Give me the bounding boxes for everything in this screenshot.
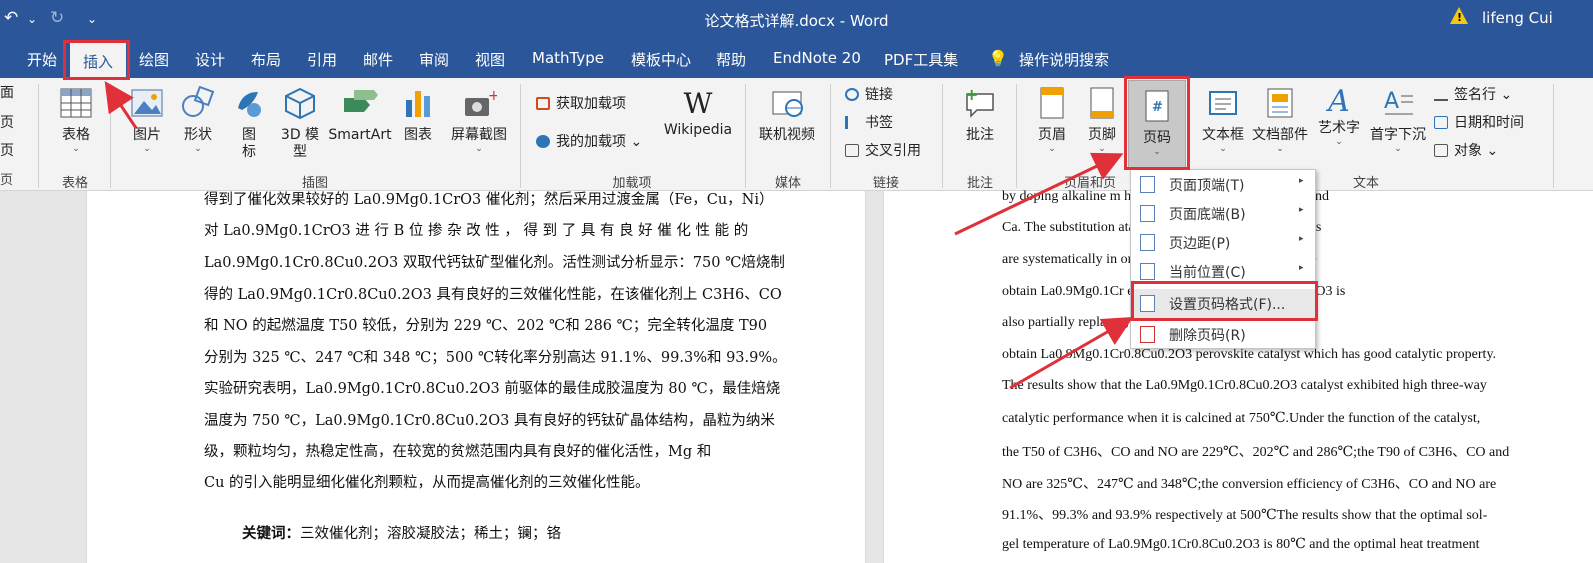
object-icon: [1434, 144, 1448, 157]
tell-me-search[interactable]: 操作说明搜索: [1019, 49, 1109, 70]
title-bar: ↶ ⌄ ↻ ⌄ 论文格式详解.docx - Word ! lifeng Cui: [0, 0, 1593, 38]
abstract-line: 实验研究表明，La0.9Mg0.1Cr0.8Cu0.2O3 前驱体的最佳成胶温度…: [204, 381, 781, 397]
ribbon-tabs: 开始 绘图 设计 布局 引用 邮件 审阅 视图 MathType 模板中心 帮助…: [0, 38, 1593, 78]
menu-item-bottom-of-page[interactable]: 页面底端(B) ▸: [1131, 199, 1315, 228]
word-window: ↶ ⌄ ↻ ⌄ 论文格式详解.docx - Word ! lifeng Cui …: [0, 0, 1593, 563]
keywords-text: 三效催化剂；溶胶凝胶法；稀土；镧；铬: [300, 526, 561, 542]
abstract-en-line: The results show that the La0.9Mg0.1Cr0.…: [1002, 378, 1487, 393]
abstract-line: 和 NO 的起燃温度 T50 较低，分别为 229 ℃、202 ℃和 286 ℃…: [204, 318, 768, 334]
tab-references[interactable]: 引用: [307, 49, 337, 70]
svg-text:A: A: [1384, 89, 1399, 114]
keywords-label: 关键词：: [242, 525, 300, 542]
textbox-button[interactable]: 文本框 ⌄: [1200, 86, 1246, 154]
calendar-icon: [1434, 116, 1448, 129]
abstract-line: 对 La0.9Mg0.1CrO3 进 行 B 位 掺 杂 改 性 ， 得 到 了…: [204, 223, 749, 239]
group-label-comments: 批注: [966, 176, 993, 191]
abstract-line: 得的 La0.9Mg0.1Cr0.8Cu0.2O3 具有良好的三效催化性能，在该…: [204, 287, 782, 303]
wordart-icon: A: [1328, 84, 1350, 119]
tab-mathtype[interactable]: MathType: [532, 49, 604, 67]
object-button[interactable]: 对象 ⌄: [1434, 142, 1498, 160]
page-top-icon: [1140, 176, 1155, 193]
document-workspace: 得到了催化效果较好的 La0.9Mg0.1CrO3 催化剂；然后采用过渡金属（F…: [0, 189, 1593, 563]
abstract-line: 温度为 750 ℃，La0.9Mg0.1Cr0.8Cu0.2O3 具有良好的钙钛…: [204, 413, 775, 429]
lightbulb-icon[interactable]: 💡: [988, 49, 1008, 68]
abstract-en-line: 91.1%、99.3% and 93.9% respectively at 50…: [1002, 508, 1488, 523]
tab-endnote[interactable]: EndNote 20: [773, 49, 861, 67]
textbox-icon: [1209, 91, 1237, 115]
tab-design[interactable]: 设计: [195, 49, 225, 70]
menu-item-remove-page-numbers[interactable]: 删除页码(R): [1131, 320, 1315, 349]
date-time-button[interactable]: 日期和时间: [1434, 114, 1524, 132]
tab-template-center[interactable]: 模板中心: [631, 49, 691, 70]
tab-view[interactable]: 视图: [475, 49, 505, 70]
group-label-text: 文本: [1352, 176, 1379, 191]
abstract-en-line: gel temperature of La0.9Mg0.1Cr0.8Cu0.2O…: [1002, 537, 1480, 552]
abstract-en-line: catalytic performance when it is calcine…: [1002, 411, 1481, 426]
warning-icon[interactable]: !: [1450, 7, 1468, 24]
tab-home[interactable]: 开始: [27, 49, 57, 70]
signature-line-button[interactable]: 签名行 ⌄: [1434, 86, 1512, 104]
abstract-line: 得到了催化效果较好的 La0.9Mg0.1CrO3 催化剂；然后采用过渡金属（F…: [204, 192, 774, 208]
abstract-line: Cu 的引入能明显细化催化剂颗粒，从而提高催化剂的三效催化性能。: [204, 475, 650, 491]
quick-parts-button[interactable]: 文档部件 ⌄: [1250, 86, 1310, 154]
page-bottom-icon: [1140, 205, 1155, 222]
ribbon-right-groups: 文本框 ⌄ 文档部件 ⌄ A 艺术字 ⌄ A 首字下沉 ⌄ 签名行 ⌄ 日期和时间 对象…: [0, 78, 1593, 191]
document-title: 论文格式详解.docx - Word: [704, 12, 889, 30]
abstract-line: 分别为 325 ℃、247 ℃和 348 ℃；500 ℃转化率分别高达 91.1…: [204, 350, 787, 366]
highlight-insert-tab: [63, 40, 130, 80]
tab-mailings[interactable]: 邮件: [363, 49, 393, 70]
user-name[interactable]: lifeng Cui: [1482, 9, 1553, 27]
abstract-en-line: the T50 of C3H6、CO and NO are 229℃、202℃ …: [1002, 445, 1510, 460]
signature-icon: [1434, 88, 1448, 101]
highlight-format-page-numbers: [1131, 281, 1318, 321]
remove-page-number-icon: [1140, 326, 1155, 343]
menu-item-page-margins[interactable]: 页边距(P) ▸: [1131, 228, 1315, 257]
keywords-line: 关键词：三效催化剂；溶胶凝胶法；稀土；镧；铬: [242, 522, 561, 543]
group-label-table: 表格: [61, 176, 88, 191]
document-page-left[interactable]: 得到了催化效果较好的 La0.9Mg0.1CrO3 催化剂；然后采用过渡金属（F…: [86, 191, 866, 563]
wordart-button[interactable]: A 艺术字 ⌄: [1314, 84, 1364, 148]
tab-draw[interactable]: 绘图: [139, 49, 169, 70]
highlight-page-number-button: [1124, 76, 1190, 170]
page-margin-icon: [1140, 234, 1155, 251]
abstract-line: La0.9Mg0.1Cr0.8Cu0.2O3 双取代钙钛矿型催化剂。活性测试分析…: [204, 255, 785, 271]
abstract-line: 级，颗粒均匀，热稳定性高，在较宽的贫燃范围内具有良好的催化活性，Mg 和: [204, 444, 712, 460]
abstract-en-line: obtain La0.9Mg0.1Cr0.8Cu0.2O3 perovskite…: [1002, 347, 1497, 362]
quick-parts-icon: [1267, 88, 1293, 118]
tab-help[interactable]: 帮助: [716, 49, 746, 70]
group-label-links: 链接: [872, 176, 899, 191]
tab-review[interactable]: 审阅: [419, 49, 449, 70]
drop-cap-icon: A: [1384, 89, 1413, 115]
current-position-icon: [1140, 263, 1155, 280]
abstract-en-line: NO are 325℃、247℃ and 348℃;the conversion…: [1002, 477, 1497, 492]
menu-item-top-of-page[interactable]: 页面顶端(T) ▸: [1131, 170, 1315, 199]
page-number-dropdown-menu: 页面顶端(T) ▸ 页面底端(B) ▸ 页边距(P) ▸ 当前位置(C) ▸ 设置页码格…: [1130, 169, 1316, 349]
drop-cap-button[interactable]: A 首字下沉 ⌄: [1366, 86, 1430, 154]
tab-layout[interactable]: 布局: [251, 49, 281, 70]
tab-pdf-tools[interactable]: PDF工具集: [884, 49, 958, 70]
